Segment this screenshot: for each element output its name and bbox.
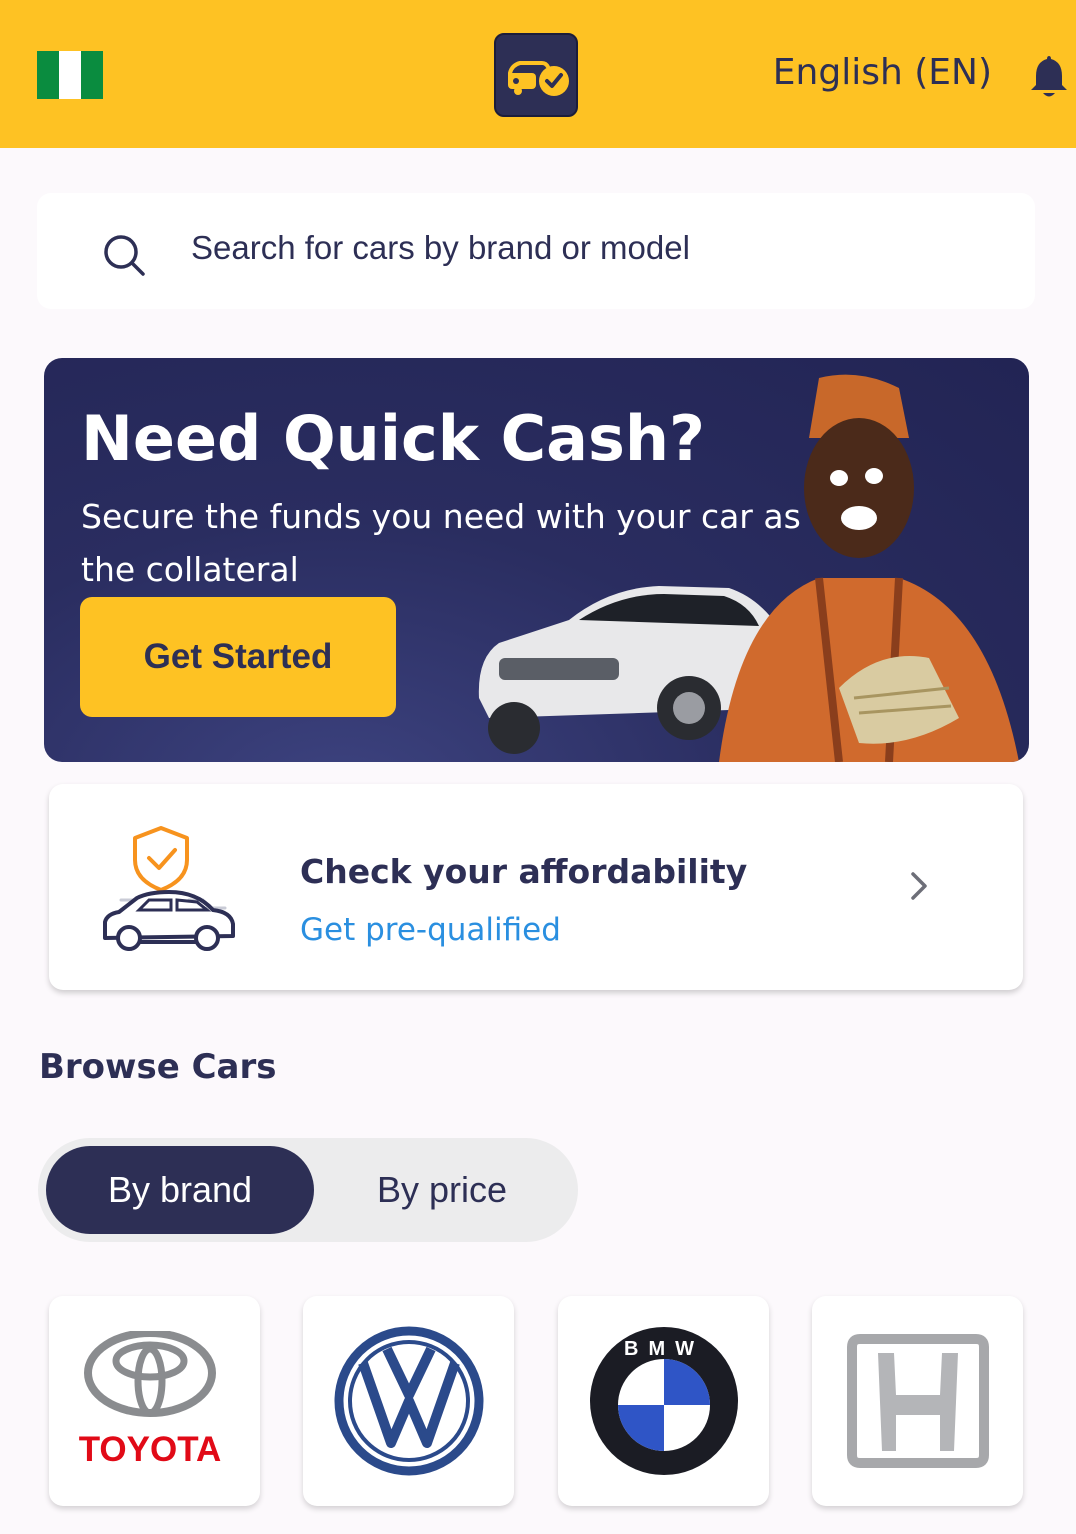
affordability-title: Check your affordability xyxy=(300,852,748,891)
bmw-logo-icon: BMW xyxy=(589,1327,738,1475)
language-selector[interactable]: English (EN) xyxy=(773,52,992,93)
chevron-right-icon[interactable] xyxy=(905,870,933,902)
brand-card-volkswagen[interactable] xyxy=(303,1296,514,1506)
brand-card-honda[interactable] xyxy=(812,1296,1023,1506)
get-started-button[interactable]: Get Started xyxy=(80,597,396,717)
brand-card-bmw[interactable]: BMW xyxy=(558,1296,769,1506)
pre-qualified-link[interactable]: Get pre-qualified xyxy=(300,912,561,948)
tab-by-price[interactable]: By price xyxy=(308,1146,576,1234)
volkswagen-logo-icon xyxy=(334,1326,483,1476)
affordability-card[interactable]: Check your affordability Get pre-qualifi… xyxy=(49,784,1023,990)
banner-illustration xyxy=(478,374,1019,762)
search-bar[interactable]: Search for cars by brand or model xyxy=(37,193,1035,309)
bmw-logo-text: BMW xyxy=(624,1338,704,1360)
toyota-logo-icon: TOYOTA xyxy=(78,1331,221,1469)
toyota-logo-text: TOYOTA xyxy=(78,1430,221,1469)
car-shield-icon xyxy=(99,824,239,954)
bell-icon[interactable] xyxy=(1026,52,1072,100)
top-app-bar: English (EN) xyxy=(0,0,1076,148)
search-input[interactable]: Search for cars by brand or model xyxy=(191,229,690,267)
browse-mode-toggle: By brand By price xyxy=(38,1138,578,1242)
brand-card-toyota[interactable]: TOYOTA xyxy=(49,1296,260,1506)
app-logo-icon[interactable] xyxy=(494,33,578,117)
tab-by-brand[interactable]: By brand xyxy=(46,1146,314,1234)
honda-logo-icon xyxy=(846,1334,989,1468)
search-icon[interactable] xyxy=(102,233,146,277)
promo-banner[interactable]: Need Quick Cash? Secure the funds you ne… xyxy=(44,358,1029,762)
browse-cars-heading: Browse Cars xyxy=(39,1047,277,1087)
nigeria-flag-icon[interactable] xyxy=(37,51,103,99)
